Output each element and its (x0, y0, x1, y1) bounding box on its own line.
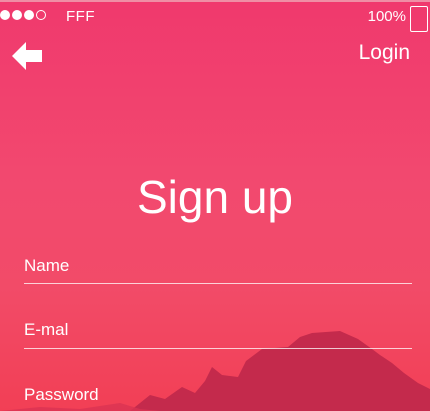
name-label: Name (24, 256, 70, 275)
email-field[interactable]: E-mal (24, 320, 412, 349)
signal-dot (24, 10, 34, 20)
signal-dot (12, 10, 22, 20)
signal-dot-empty (36, 10, 46, 20)
page-title: Sign up (136, 171, 293, 223)
back-arrow-icon[interactable] (12, 42, 42, 70)
password-label: Password (24, 385, 99, 404)
name-underline (24, 283, 412, 284)
header: Login (0, 38, 430, 74)
battery-percent: 100% (367, 8, 406, 25)
battery-icon (410, 6, 428, 32)
password-field[interactable]: Password (24, 385, 412, 405)
status-bar: FFF 100% (0, 6, 430, 32)
signal-dot (0, 10, 10, 20)
top-edge-line (0, 0, 430, 2)
name-field[interactable]: Name (24, 256, 412, 284)
carrier-name: FFF (66, 8, 95, 25)
signal-strength-icon (0, 10, 46, 20)
login-link[interactable]: Login (359, 41, 410, 65)
email-label: E-mal (24, 320, 69, 339)
email-underline (24, 348, 412, 349)
